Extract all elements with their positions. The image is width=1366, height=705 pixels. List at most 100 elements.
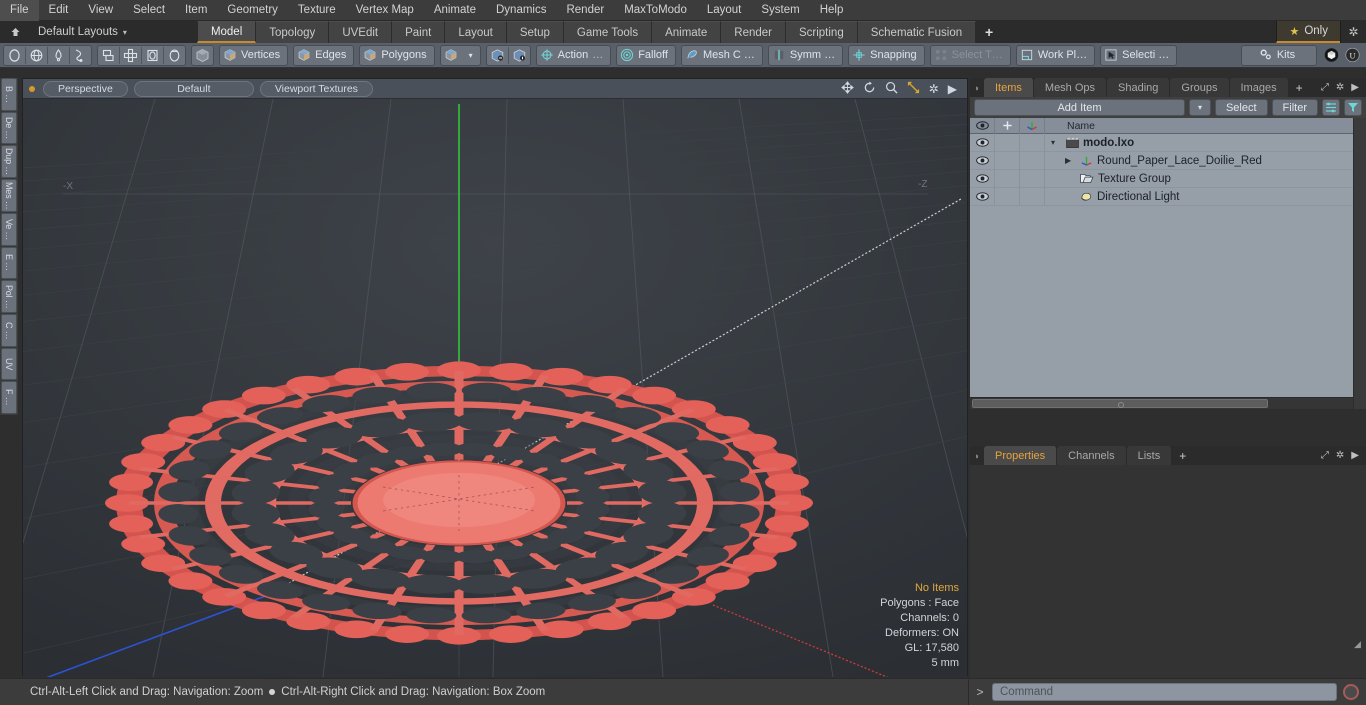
item-row[interactable]: Directional Light: [970, 187, 1353, 206]
left-tool-tab-7[interactable]: C …: [1, 313, 17, 347]
transform-cell[interactable]: [1020, 151, 1045, 170]
lock-cell[interactable]: [995, 151, 1020, 170]
gear-icon[interactable]: ✲: [1336, 82, 1344, 93]
items-tab-images[interactable]: Images: [1229, 78, 1289, 97]
menu-item-file[interactable]: File: [0, 0, 39, 21]
work-plane-button[interactable]: Work Pl…: [1017, 46, 1094, 65]
filter-button[interactable]: Filter: [1271, 99, 1318, 116]
select-through-tool-button[interactable]: Select T…: [931, 46, 1010, 65]
menu-item-view[interactable]: View: [78, 0, 123, 21]
add-layout-tab-button[interactable]: +: [976, 21, 1002, 43]
menu-item-edit[interactable]: Edit: [39, 0, 79, 21]
array-icon[interactable]: [120, 46, 141, 65]
modo-logo-icon[interactable]: [1321, 46, 1342, 65]
items-tab-groups[interactable]: Groups: [1170, 78, 1230, 97]
ellipse-icon[interactable]: [164, 46, 185, 65]
add-item-button[interactable]: Add Item: [974, 99, 1185, 116]
items-horizontal-scrollbar[interactable]: [970, 397, 1353, 409]
play-icon[interactable]: ▶: [948, 83, 957, 95]
layout-tab-uvedit[interactable]: UVEdit: [329, 21, 393, 43]
lock-cell[interactable]: [995, 169, 1020, 188]
visibility-toggle-icon[interactable]: [970, 187, 995, 206]
layout-tab-model[interactable]: Model: [196, 21, 257, 43]
left-tool-tab-5[interactable]: E …: [1, 246, 17, 280]
layout-selector[interactable]: Default Layouts ▾: [30, 21, 135, 43]
expand-icon[interactable]: ⤢: [1321, 450, 1329, 461]
left-tool-tab-9[interactable]: F …: [1, 381, 17, 415]
action-center-button[interactable]: Action …: [537, 46, 611, 65]
item-mode-dropdown[interactable]: ▾: [462, 46, 480, 65]
snapping-button[interactable]: Snapping: [849, 46, 924, 65]
menu-item-item[interactable]: Item: [175, 0, 217, 21]
polygons-mode-button[interactable]: Polygons: [360, 46, 433, 65]
viewport-canvas[interactable]: -Z -X No Items Polygons: Face Channels:…: [23, 99, 967, 677]
sphere-primitive-icon[interactable]: [26, 46, 47, 65]
curve-tool-icon[interactable]: [70, 46, 91, 65]
menu-item-animate[interactable]: Animate: [424, 0, 486, 21]
menu-item-vertex-map[interactable]: Vertex Map: [346, 0, 424, 21]
layout-tab-layout[interactable]: Layout: [445, 21, 507, 43]
transform-cell[interactable]: [1020, 133, 1045, 152]
vertices-mode-button[interactable]: Vertices: [220, 46, 287, 65]
resize-grip[interactable]: ◢: [1354, 639, 1365, 650]
symmetry-button[interactable]: Symm …: [769, 46, 842, 65]
menu-item-texture[interactable]: Texture: [288, 0, 346, 21]
properties-tab-properties[interactable]: Properties: [984, 446, 1058, 465]
visibility-toggle-icon[interactable]: [970, 133, 995, 152]
add-items-tab-button[interactable]: +: [1289, 78, 1310, 97]
viewport-shading-dropdown[interactable]: Default: [133, 80, 254, 97]
properties-tab-lists[interactable]: Lists: [1126, 446, 1173, 465]
items-tab-shading[interactable]: Shading: [1107, 78, 1171, 97]
funnel-icon[interactable]: [1344, 99, 1362, 116]
left-tool-tab-1[interactable]: De …: [1, 111, 17, 145]
chevron-down-icon[interactable]: ▾: [1051, 138, 1062, 147]
menu-item-layout[interactable]: Layout: [697, 0, 752, 21]
lock-cell[interactable]: [995, 187, 1020, 206]
unreal-logo-icon[interactable]: U: [1342, 46, 1363, 65]
play-icon[interactable]: ▶: [1351, 82, 1359, 93]
command-input[interactable]: [992, 683, 1337, 701]
items-tab-mesh-ops[interactable]: Mesh Ops: [1033, 78, 1108, 97]
transform-cell[interactable]: [1020, 187, 1045, 206]
list-options-icon[interactable]: [1322, 99, 1340, 116]
rotate-icon[interactable]: [863, 81, 876, 96]
mirror-icon[interactable]: [98, 46, 119, 65]
left-tool-tab-2[interactable]: Dup …: [1, 145, 17, 179]
menu-item-system[interactable]: System: [751, 0, 809, 21]
visibility-toggle-icon[interactable]: [970, 151, 995, 170]
cylinder-icon[interactable]: [142, 46, 163, 65]
fit-icon[interactable]: [907, 81, 920, 96]
left-tool-tab-0[interactable]: B …: [1, 78, 17, 111]
menu-item-maxtomodo[interactable]: MaxToModo: [614, 0, 697, 21]
items-tab-items[interactable]: Items: [984, 78, 1034, 97]
menu-item-geometry[interactable]: Geometry: [217, 0, 288, 21]
left-tool-tab-3[interactable]: Mes …: [1, 179, 17, 212]
item-row[interactable]: ▶ Round_Paper_Lace_Doilie_Red: [970, 151, 1353, 170]
layout-tab-paint[interactable]: Paint: [392, 21, 446, 43]
layout-tab-schematic-fusion[interactable]: Schematic Fusion: [857, 21, 977, 43]
layout-tab-animate[interactable]: Animate: [652, 21, 722, 43]
home-icon[interactable]: [0, 21, 30, 43]
play-icon[interactable]: ▶: [1351, 450, 1359, 461]
item-cube-icon[interactable]: [441, 46, 462, 65]
layout-tab-game-tools[interactable]: Game Tools: [563, 21, 653, 43]
layout-tab-scripting[interactable]: Scripting: [785, 21, 858, 43]
select-through-icon[interactable]: [487, 46, 508, 65]
items-vertical-scrollbar[interactable]: [1353, 118, 1366, 409]
chevron-right-icon[interactable]: ▶: [1065, 156, 1076, 165]
viewport-view-mode-dropdown[interactable]: Perspective: [43, 80, 128, 97]
select-paint-icon[interactable]: [509, 46, 530, 65]
shaded-cube-icon[interactable]: [192, 46, 213, 65]
item-row[interactable]: ▾ modo.lxo: [970, 133, 1353, 152]
expand-icon[interactable]: ⤢: [1321, 82, 1329, 93]
layout-tab-render[interactable]: Render: [721, 21, 786, 43]
item-row[interactable]: Texture Group: [970, 169, 1353, 188]
layout-tab-topology[interactable]: Topology: [256, 21, 330, 43]
menu-item-render[interactable]: Render: [556, 0, 614, 21]
viewport-display-dropdown[interactable]: Viewport Textures: [259, 80, 373, 97]
only-toggle-button[interactable]: ★ Only: [1276, 21, 1340, 43]
kits-button[interactable]: Kits: [1242, 46, 1316, 65]
edges-mode-button[interactable]: Edges: [294, 46, 353, 65]
gear-icon[interactable]: ✲: [1336, 450, 1344, 461]
menu-item-dynamics[interactable]: Dynamics: [486, 0, 556, 21]
